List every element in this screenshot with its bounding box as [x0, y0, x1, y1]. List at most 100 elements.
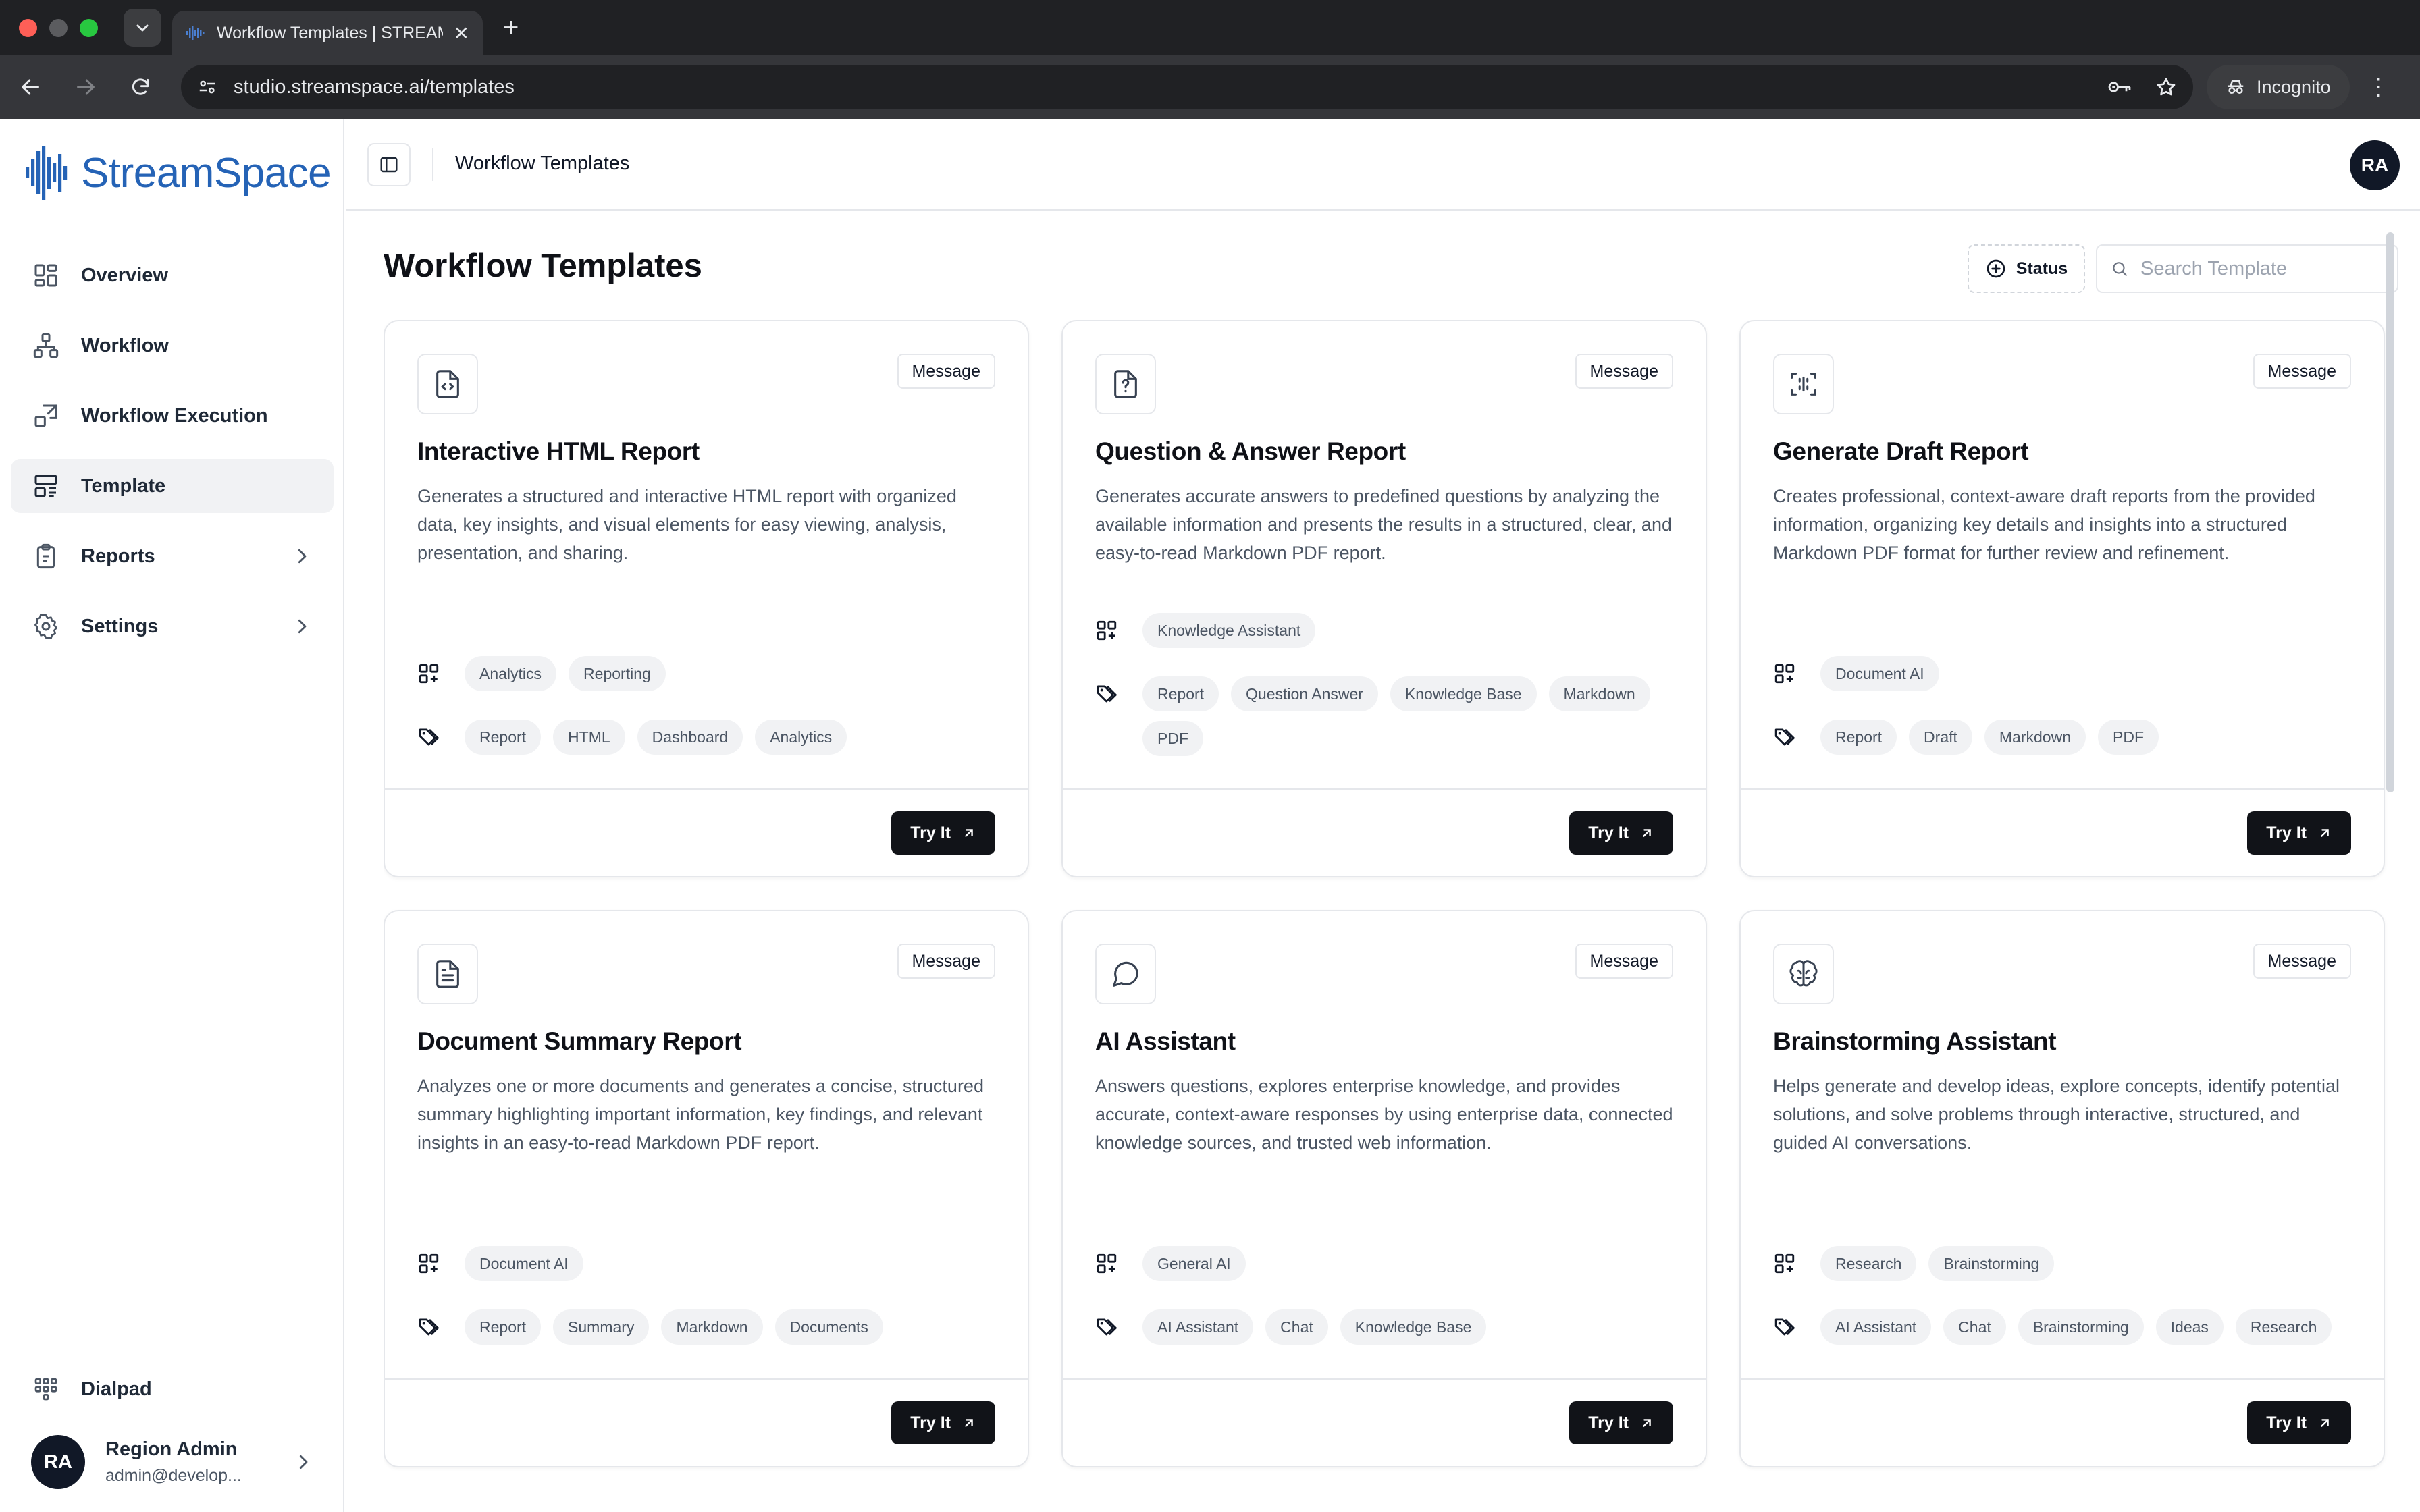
- tag-chip[interactable]: Chat: [1943, 1310, 2006, 1345]
- search-input[interactable]: [2140, 257, 2384, 280]
- tag-chip[interactable]: Markdown: [1984, 720, 2086, 755]
- address-bar[interactable]: studio.streamspace.ai/templates: [181, 65, 2193, 109]
- sidebar-item-dialpad[interactable]: Dialpad: [11, 1362, 334, 1416]
- category-chip[interactable]: Document AI: [465, 1246, 583, 1281]
- user-name: Region Admin: [105, 1438, 238, 1460]
- key-icon[interactable]: [2107, 77, 2132, 97]
- tag-chip[interactable]: Chat: [1265, 1310, 1328, 1345]
- category-chip[interactable]: Document AI: [1820, 656, 1939, 691]
- user-info: Region Admin admin@develop...: [105, 1438, 273, 1486]
- chevron-right-icon: [298, 549, 307, 564]
- sidebar-item-workflow[interactable]: Workflow: [11, 319, 334, 373]
- avatar[interactable]: RA: [2350, 140, 2400, 190]
- message-badge: Message: [897, 944, 995, 979]
- sidebar-toggle-button[interactable]: [367, 143, 411, 186]
- tag-chip[interactable]: AI Assistant: [1820, 1310, 1932, 1345]
- tag-chip[interactable]: Research: [2235, 1310, 2332, 1345]
- forward-arrow-icon[interactable]: [74, 76, 97, 99]
- tag-chip[interactable]: Analytics: [755, 720, 847, 755]
- tag-chip[interactable]: Brainstorming: [2018, 1310, 2144, 1345]
- try-it-button[interactable]: Try It: [891, 1401, 995, 1444]
- back-arrow-icon[interactable]: [19, 76, 42, 99]
- tag-chip[interactable]: Draft: [1909, 720, 1972, 755]
- template-card-brainstorming-assistant[interactable]: Message Brainstorming Assistant Helps ge…: [1739, 910, 2385, 1467]
- tag-chip[interactable]: Knowledge Base: [1390, 676, 1537, 711]
- category-grid-icon: [1774, 1253, 1795, 1274]
- maximize-window-button[interactable]: [80, 18, 98, 37]
- template-card-ai-assistant[interactable]: Message AI Assistant Answers questions, …: [1061, 910, 1707, 1467]
- card-footer: Try It: [1063, 1378, 1706, 1466]
- category-chip[interactable]: Research: [1820, 1246, 1917, 1281]
- tag-chip[interactable]: Markdown: [1548, 676, 1650, 711]
- category-chip[interactable]: Reporting: [569, 656, 666, 691]
- site-settings-icon[interactable]: [197, 77, 217, 97]
- tag-chip[interactable]: Question Answer: [1231, 676, 1378, 711]
- category-chip[interactable]: General AI: [1142, 1246, 1246, 1281]
- tag-chip[interactable]: HTML: [553, 720, 625, 755]
- tag-chip[interactable]: Report: [465, 1310, 542, 1345]
- try-it-button[interactable]: Try It: [1569, 1401, 1673, 1444]
- try-it-button[interactable]: Try It: [2247, 1401, 2351, 1444]
- sidebar-item-workflow-execution[interactable]: Workflow Execution: [11, 389, 334, 443]
- tag-chip[interactable]: AI Assistant: [1142, 1310, 1254, 1345]
- card-description: Generates accurate answers to predefined…: [1095, 486, 1672, 563]
- browser-menu-icon[interactable]: ⋮: [2367, 74, 2390, 101]
- tag-chip[interactable]: Documents: [774, 1310, 883, 1345]
- tag-chip[interactable]: Dashboard: [637, 720, 743, 755]
- user-email: admin@develop...: [105, 1466, 242, 1485]
- tag-chip[interactable]: Report: [465, 720, 542, 755]
- tag-chip[interactable]: Report: [1142, 676, 1219, 711]
- card-footer: Try It: [385, 788, 1028, 876]
- content-scrollbar[interactable]: [2386, 232, 2394, 792]
- category-chip[interactable]: Knowledge Assistant: [1142, 613, 1316, 648]
- close-window-button[interactable]: [19, 18, 37, 37]
- sidebar-item-settings[interactable]: Settings: [11, 599, 334, 653]
- card-footer: Try It: [1741, 1378, 2384, 1466]
- template-card-question-answer-report[interactable]: Message Question & Answer Report Generat…: [1061, 320, 1707, 878]
- tag-chip[interactable]: Markdown: [661, 1310, 763, 1345]
- close-tab-icon[interactable]: ✕: [454, 22, 469, 45]
- chevron-down-icon: [136, 24, 149, 32]
- minimize-window-button[interactable]: [49, 18, 68, 37]
- card-title: Document Summary Report: [417, 1027, 742, 1055]
- try-it-button[interactable]: Try It: [891, 811, 995, 855]
- sidebar-item-reports[interactable]: Reports: [11, 529, 334, 583]
- status-filter-button[interactable]: Status: [1968, 244, 2085, 293]
- tag-chip[interactable]: Summary: [553, 1310, 650, 1345]
- message-badge: Message: [2253, 354, 2351, 389]
- sidebar-item-template[interactable]: Template: [11, 459, 334, 513]
- try-it-button[interactable]: Try It: [2247, 811, 2351, 855]
- template-card-generate-draft-report[interactable]: Message Generate Draft Report Creates pr…: [1739, 320, 2385, 878]
- sidebar-item-label: Overview: [81, 264, 168, 286]
- try-it-label: Try It: [2266, 823, 2307, 842]
- tab-search-button[interactable]: [124, 9, 161, 47]
- brand-logo[interactable]: StreamSpace: [26, 146, 332, 200]
- sidebar-item-overview[interactable]: Overview: [11, 248, 334, 302]
- tag-chip[interactable]: Ideas: [2155, 1310, 2224, 1345]
- try-it-button[interactable]: Try It: [1569, 811, 1673, 855]
- incognito-label: Incognito: [2257, 76, 2331, 97]
- tags-row: Report HTML Dashboard Analytics: [417, 720, 991, 755]
- sidebar-nav: Overview Workflow Workflow Execution Tem…: [11, 248, 334, 670]
- reload-icon[interactable]: [130, 76, 151, 98]
- browser-toolbar: studio.streamspace.ai/templates Incognit…: [0, 55, 2420, 119]
- favicon-icon: [186, 26, 205, 40]
- tag-chip[interactable]: PDF: [1142, 721, 1203, 756]
- dialpad-label: Dialpad: [81, 1378, 152, 1400]
- sidebar-item-label: Workflow Execution: [81, 404, 268, 427]
- arrow-up-right-icon: [2321, 829, 2329, 837]
- category-chip[interactable]: Brainstorming: [1928, 1246, 2055, 1281]
- template-card-interactive-html-report[interactable]: Message Interactive HTML Report Generate…: [384, 320, 1029, 878]
- incognito-profile-button[interactable]: Incognito: [2207, 65, 2350, 109]
- search-template-box[interactable]: [2096, 244, 2398, 293]
- tag-chip[interactable]: Report: [1820, 720, 1897, 755]
- template-card-document-summary-report[interactable]: Message Document Summary Report Analyzes…: [384, 910, 1029, 1467]
- tag-chip[interactable]: Knowledge Base: [1340, 1310, 1487, 1345]
- bookmark-star-icon[interactable]: [2155, 76, 2177, 98]
- new-tab-button[interactable]: +: [503, 13, 519, 43]
- category-chip[interactable]: Analytics: [465, 656, 557, 691]
- browser-tab[interactable]: Workflow Templates | STREAMSPACE ✕: [172, 11, 483, 55]
- card-title: Interactive HTML Report: [417, 437, 700, 465]
- user-menu[interactable]: RA Region Admin admin@develop...: [11, 1435, 334, 1489]
- tag-chip[interactable]: PDF: [2098, 720, 2159, 755]
